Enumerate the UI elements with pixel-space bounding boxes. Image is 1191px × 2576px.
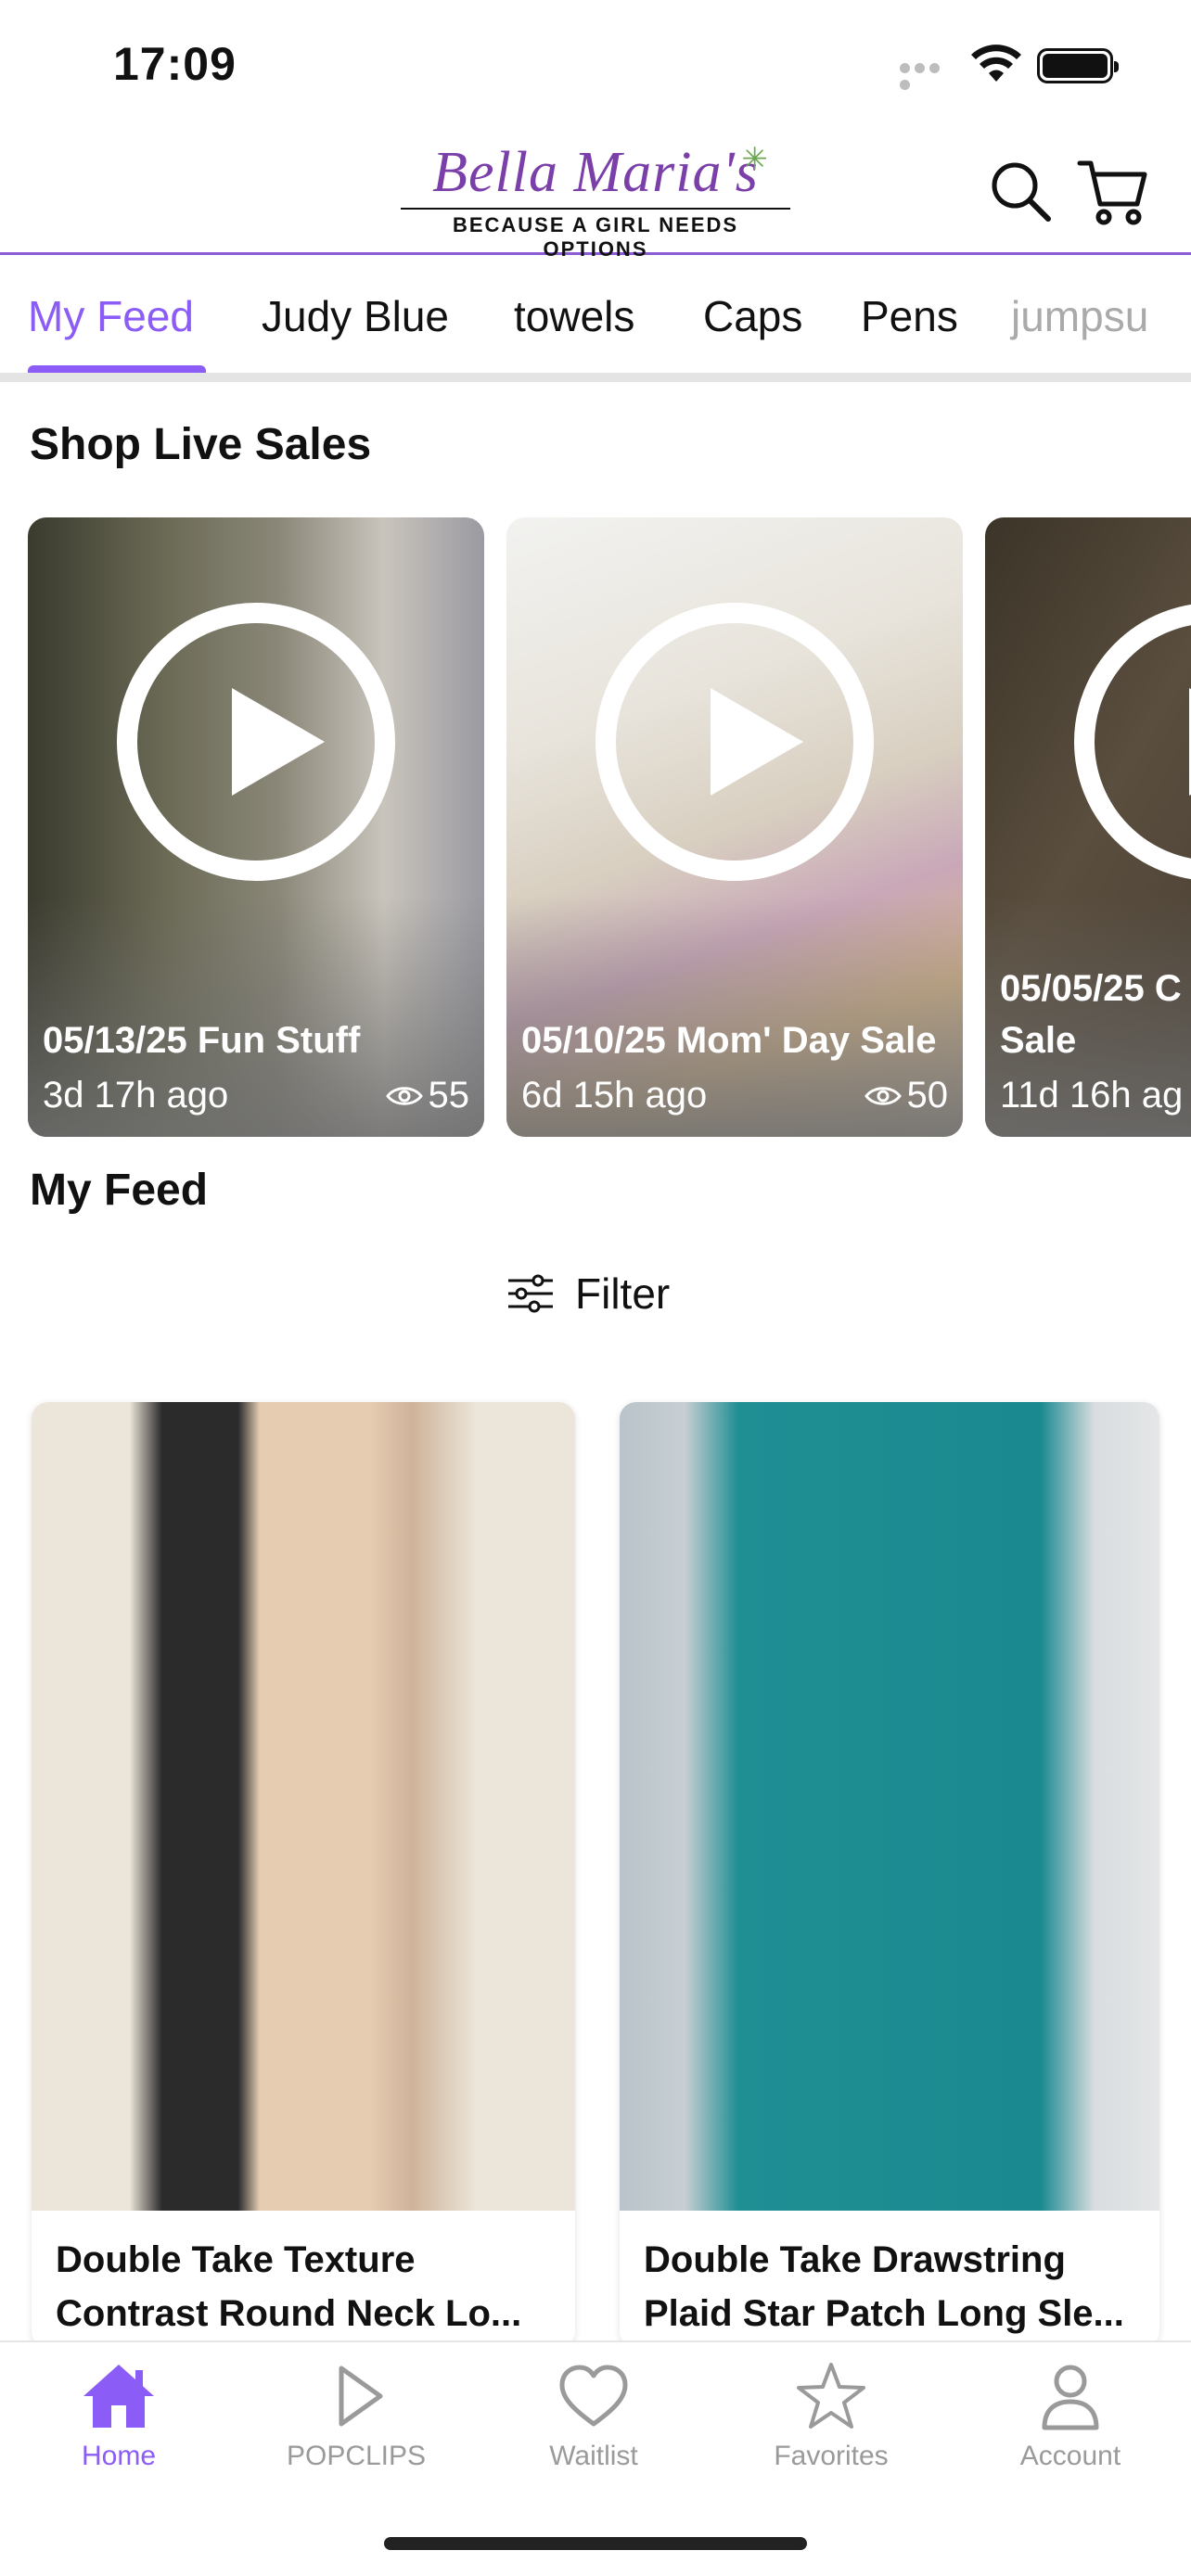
nav-popclips-label: POPCLIPS [286, 2441, 427, 2471]
live-sale-title: 05/05/25 C Mayo Sale [1000, 968, 1191, 1061]
status-time: 17:09 [113, 38, 237, 90]
nav-favorites-label: Favorites [774, 2441, 889, 2471]
play-icon[interactable] [596, 603, 874, 881]
leaf-icon: ✳ [741, 142, 769, 177]
live-sale-card[interactable]: 05/05/25 C Mayo Sale 11d 16h ag [985, 517, 1191, 1137]
product-card[interactable]: Double Take Texture Contrast Round Neck … [32, 1402, 575, 2348]
eye-icon [864, 1086, 902, 1105]
filter-sliders-icon [508, 1274, 553, 1313]
live-sale-time: 6d 15h ago [521, 1075, 708, 1116]
filter-button[interactable]: Filter [506, 1269, 670, 1319]
nav-account[interactable]: Account [968, 2361, 1172, 2472]
product-name: Double Take Drawstring Plaid Star Patch … [644, 2239, 1124, 2334]
nav-home-label: Home [81, 2441, 157, 2471]
tab-my-feed[interactable]: My Feed [28, 291, 194, 341]
tab-jumpsuits[interactable]: jumpsu [1011, 291, 1148, 341]
tab-caps[interactable]: Caps [703, 291, 802, 341]
nav-waitlist[interactable]: Waitlist [492, 2361, 696, 2472]
tab-pens[interactable]: Pens [861, 291, 958, 341]
live-sale-card[interactable]: 05/10/25 Mom' Day Sale 6d 15h ago 50 [506, 517, 963, 1137]
feed-title: My Feed [30, 1166, 209, 1215]
search-icon[interactable] [987, 158, 1054, 224]
product-image[interactable] [32, 1402, 575, 2211]
tab-towels[interactable]: towels [514, 291, 634, 341]
home-icon [83, 2365, 154, 2428]
product-name: Double Take Texture Contrast Round Neck … [56, 2239, 522, 2334]
nav-home[interactable]: Home [17, 2361, 221, 2472]
battery-icon [1037, 48, 1119, 83]
live-sale-time: 11d 16h ag [1000, 1075, 1184, 1116]
play-icon[interactable] [117, 603, 395, 881]
brand-logo[interactable]: Bella Maria's BECAUSE A GIRL NEEDS OPTIO… [401, 139, 790, 261]
live-sale-views: 55 [385, 1075, 470, 1116]
live-sale-title: 05/13/25 Fun Stuff [43, 1020, 361, 1061]
nav-waitlist-label: Waitlist [549, 2441, 638, 2471]
nav-account-label: Account [1019, 2441, 1121, 2471]
live-sale-views: 50 [864, 1075, 949, 1116]
logo-tagline: BECAUSE A GIRL NEEDS OPTIONS [401, 208, 790, 261]
star-icon [797, 2363, 865, 2429]
heart-icon [559, 2365, 628, 2427]
cart-icon[interactable] [1076, 158, 1150, 228]
tab-judy-blue[interactable]: Judy Blue [262, 291, 449, 341]
active-tab-indicator [28, 365, 206, 373]
live-sale-card[interactable]: 05/13/25 Fun Stuff 3d 17h ago 55 [28, 517, 484, 1137]
nav-favorites[interactable]: Favorites [729, 2361, 933, 2472]
product-card[interactable]: Double Take Drawstring Plaid Star Patch … [620, 1402, 1159, 2348]
live-sale-time: 3d 17h ago [43, 1075, 229, 1116]
nav-popclips[interactable]: POPCLIPS [254, 2361, 458, 2472]
status-bar: 17:09 [0, 0, 1191, 130]
views-count: 50 [906, 1075, 949, 1116]
play-icon [339, 2366, 383, 2427]
wifi-icon [971, 45, 1021, 82]
account-icon [1042, 2365, 1099, 2430]
live-sale-title: 05/10/25 Mom' Day Sale [521, 1020, 937, 1061]
category-tabs: My Feed Judy Blue towels Caps Pens jumps… [0, 258, 1191, 382]
app-header: Bella Maria's BECAUSE A GIRL NEEDS OPTIO… [0, 130, 1191, 261]
live-sales-title: Shop Live Sales [30, 420, 372, 469]
views-count: 55 [428, 1075, 470, 1116]
filter-label: Filter [575, 1269, 671, 1318]
home-indicator [384, 2537, 807, 2550]
logo-script: Bella Maria's [432, 141, 759, 204]
product-image[interactable] [620, 1402, 1159, 2211]
eye-icon [385, 1086, 423, 1105]
cellular-signal-icon [900, 61, 957, 90]
